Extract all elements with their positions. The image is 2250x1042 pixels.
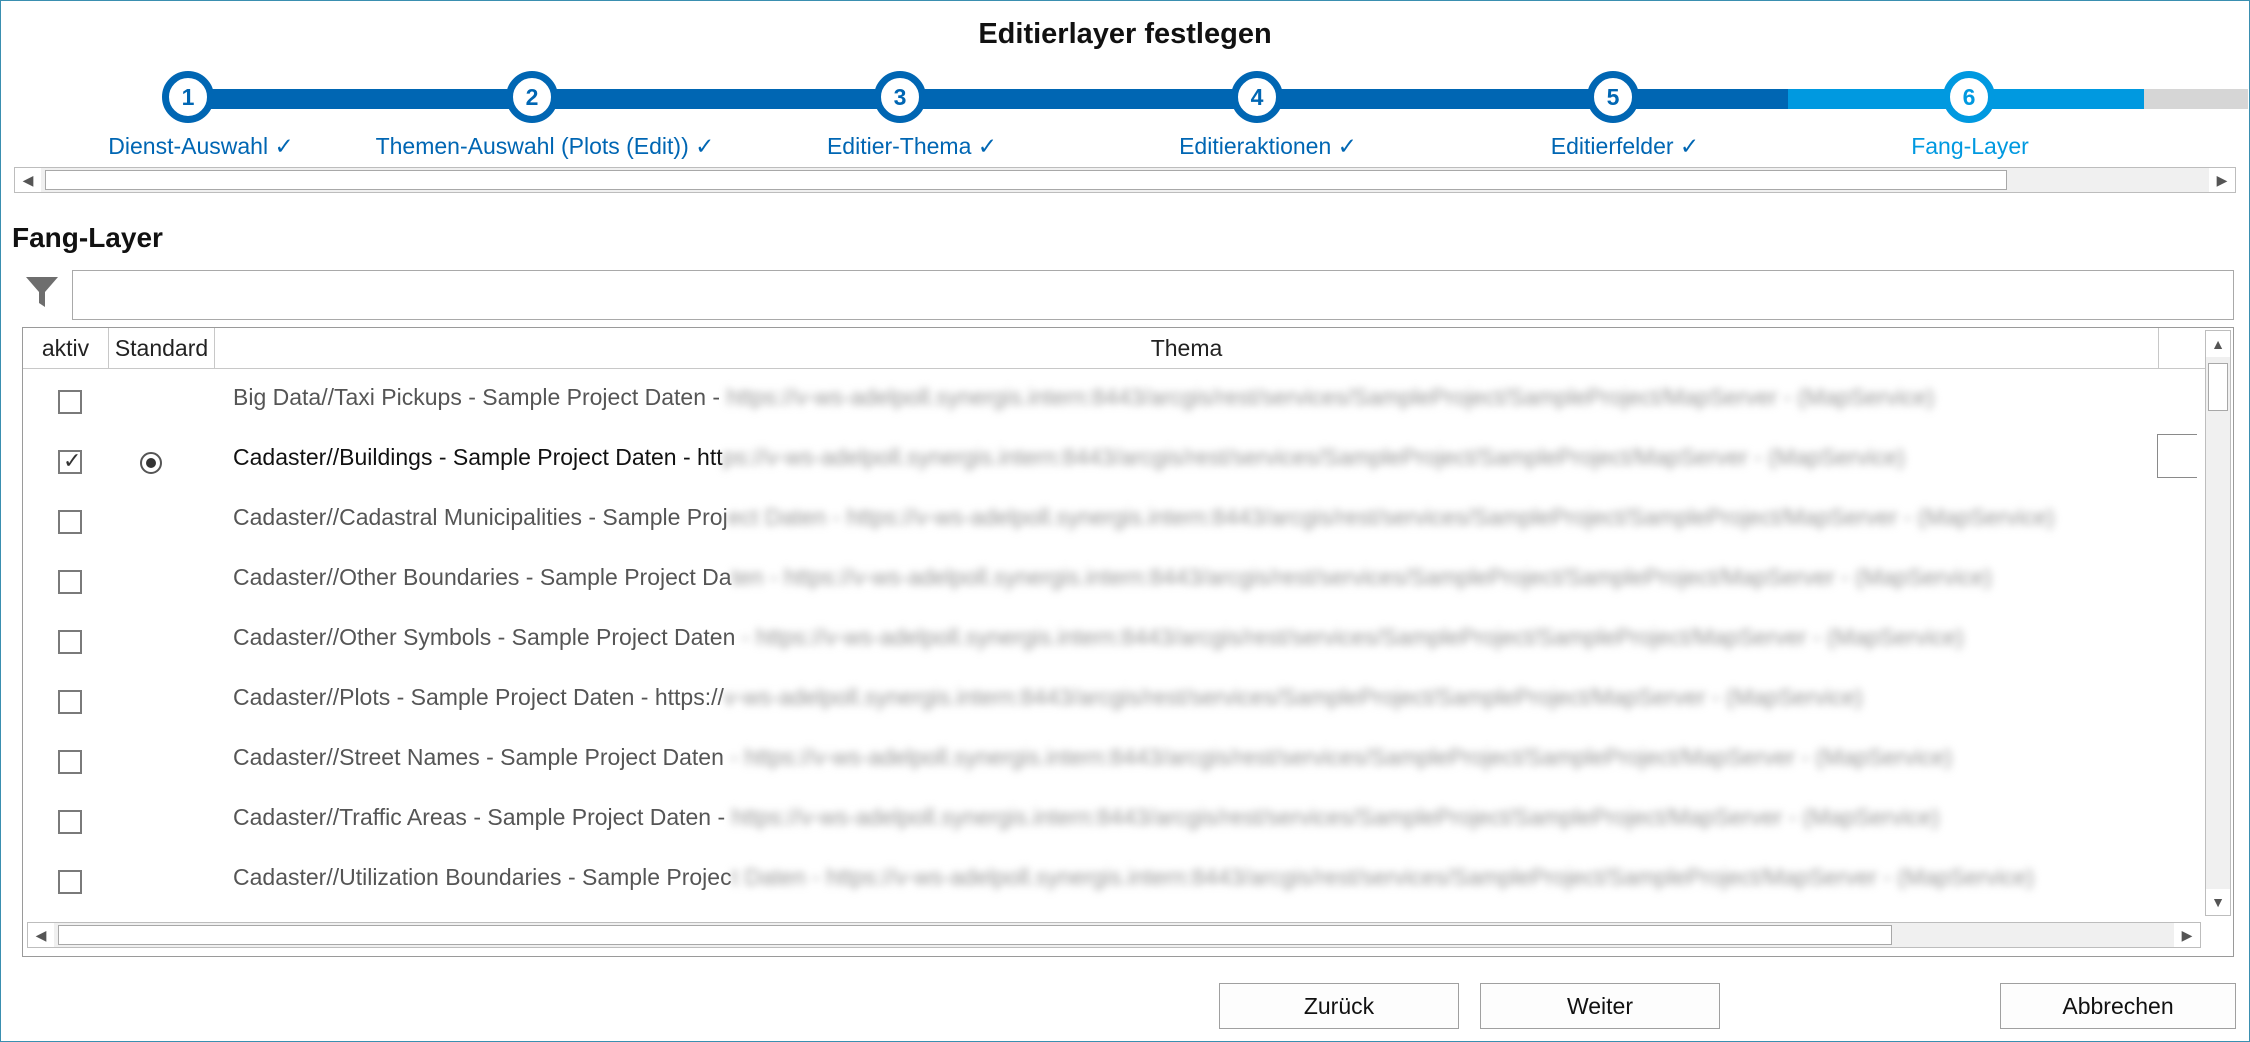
step-6-label[interactable]: Fang-Layer [1911,133,2029,160]
column-header-standard[interactable]: Standard [109,328,215,368]
table-row[interactable]: Big Data//Taxi Pickups - Sample Project … [23,370,2207,430]
thema-name: Cadaster//Buildings - Sample Project Dat… [233,444,723,470]
thema-cell: Cadaster//Street Names - Sample Project … [233,744,1952,771]
table-row[interactable]: Cadaster//Cadastral Municipalities - Sam… [23,490,2207,550]
step-4-circle[interactable]: 4 [1231,71,1283,123]
thema-name: Cadaster//Other Boundaries - Sample Proj… [233,564,732,590]
thema-url: ps://v-ws-adelpoll.synergis.intern:8443/… [722,444,1906,470]
scroll-right-icon[interactable]: ▶ [2174,923,2200,947]
side-edit-box[interactable] [2157,434,2197,478]
aktiv-checkbox[interactable] [58,690,82,714]
thema-url: ten - https://v-ws-adelpoll.synergis.int… [731,564,1992,590]
aktiv-checkbox[interactable] [58,570,82,594]
step-1-circle[interactable]: 1 [162,71,214,123]
thema-cell: Cadaster//Cadastral Municipalities - Sam… [233,504,2055,531]
step-5-label[interactable]: Editierfelder ✓ [1551,133,1699,160]
aktiv-checkbox[interactable] [58,390,82,414]
next-button[interactable]: Weiter [1480,983,1720,1029]
thema-url: https://v-ws-adelpoll.synergis.intern:84… [731,804,1940,830]
thema-cell: Cadaster//Other Boundaries - Sample Proj… [233,564,1992,591]
aktiv-checkbox[interactable] [58,510,82,534]
step-1-label[interactable]: Dienst-Auswahl ✓ [108,133,293,160]
thema-name: Cadaster//Street Names - Sample Project … [233,744,724,770]
table-row[interactable]: Cadaster//Utilization Boundaries - Sampl… [23,850,2207,910]
thema-url: https://v-ws-adelpoll.synergis.intern:84… [726,384,1935,410]
progress-track-done [188,89,1788,109]
filter-input[interactable] [72,270,2234,320]
scroll-up-icon[interactable]: ▲ [2206,331,2230,357]
thema-cell: Big Data//Taxi Pickups - Sample Project … [233,384,1934,411]
scrollbar-thumb[interactable] [45,170,2007,190]
table-hscrollbar[interactable]: ◀ ▶ [27,922,2201,948]
step-5-circle[interactable]: 5 [1587,71,1639,123]
table-vscrollbar[interactable]: ▲ ▼ [2205,330,2231,916]
thema-url: ect Daten - https://v-ws-adelpoll.synerg… [727,504,2055,530]
wizard-hscrollbar[interactable]: ◀ ▶ [14,167,2236,193]
scroll-down-icon[interactable]: ▼ [2206,889,2230,915]
progress-track-pending [2144,89,2248,109]
dialog-title: Editierlayer festlegen [978,18,1272,50]
scroll-left-icon[interactable]: ◀ [15,168,41,192]
thema-cell: Cadaster//Other Symbols - Sample Project… [233,624,1964,651]
table-header: aktiv Standard Thema [23,328,2207,369]
back-button[interactable]: Zurück [1219,983,1459,1029]
thema-url: - https://v-ws-adelpoll.synergis.intern:… [723,744,1953,770]
scroll-left-icon[interactable]: ◀ [28,923,54,947]
step-6-circle[interactable]: 6 [1943,71,1995,123]
column-header-thema[interactable]: Thema [215,328,2159,368]
scrollbar-thumb[interactable] [2208,363,2228,411]
layer-table: aktiv Standard Thema Big Data//Taxi Pick… [22,327,2234,957]
standard-radio[interactable] [140,452,162,474]
scrollbar-thumb[interactable] [58,925,1892,945]
thema-name: Cadaster//Cadastral Municipalities - Sam… [233,504,728,530]
cancel-button[interactable]: Abbrechen [2000,983,2236,1029]
thema-name: Cadaster//Utilization Boundaries - Sampl… [233,864,732,890]
aktiv-checkbox[interactable]: ✓ [58,448,82,474]
aktiv-checkbox[interactable] [58,870,82,894]
table-row[interactable]: Cadaster//Other Boundaries - Sample Proj… [23,550,2207,610]
thema-url: - https://v-ws-adelpoll.synergis.intern:… [735,624,1964,650]
table-row[interactable]: ✓ Cadaster//Buildings - Sample Project D… [23,430,2207,490]
thema-name: Cadaster//Plots - Sample Project Daten -… [233,684,724,710]
thema-cell: Cadaster//Plots - Sample Project Daten -… [233,684,1863,711]
aktiv-checkbox[interactable] [58,810,82,834]
section-title: Fang-Layer [12,222,163,253]
thema-cell: Cadaster//Buildings - Sample Project Dat… [233,444,1905,471]
step-3-circle[interactable]: 3 [874,71,926,123]
table-row[interactable]: Cadaster//Traffic Areas - Sample Project… [23,790,2207,850]
thema-cell: Cadaster//Traffic Areas - Sample Project… [233,804,1940,831]
table-row[interactable]: Cadaster//Street Names - Sample Project … [23,730,2207,790]
thema-cell: Cadaster//Utilization Boundaries - Sampl… [233,864,2034,891]
thema-name: Cadaster//Other Symbols - Sample Project… [233,624,736,650]
filter-icon [26,277,58,307]
aktiv-checkbox[interactable] [58,750,82,774]
step-2-label[interactable]: Themen-Auswahl (Plots (Edit)) ✓ [376,133,715,160]
step-4-label[interactable]: Editieraktionen ✓ [1179,133,1357,160]
table-row[interactable]: Cadaster//Plots - Sample Project Daten -… [23,670,2207,730]
check-icon: ✓ [63,448,82,473]
step-2-circle[interactable]: 2 [506,71,558,123]
scroll-right-icon[interactable]: ▶ [2209,168,2235,192]
step-3-label[interactable]: Editier-Thema ✓ [827,133,997,160]
column-header-aktiv[interactable]: aktiv [23,328,109,368]
aktiv-checkbox[interactable] [58,630,82,654]
thema-name: Cadaster//Traffic Areas - Sample Project… [233,804,732,830]
thema-url: v-ws-adelpoll.synergis.intern:8443/arcgi… [723,684,1863,710]
table-row[interactable]: Cadaster//Other Symbols - Sample Project… [23,610,2207,670]
thema-name: Big Data//Taxi Pickups - Sample Project … [233,384,727,410]
thema-url: t Daten - https://v-ws-adelpoll.synergis… [731,864,2035,890]
